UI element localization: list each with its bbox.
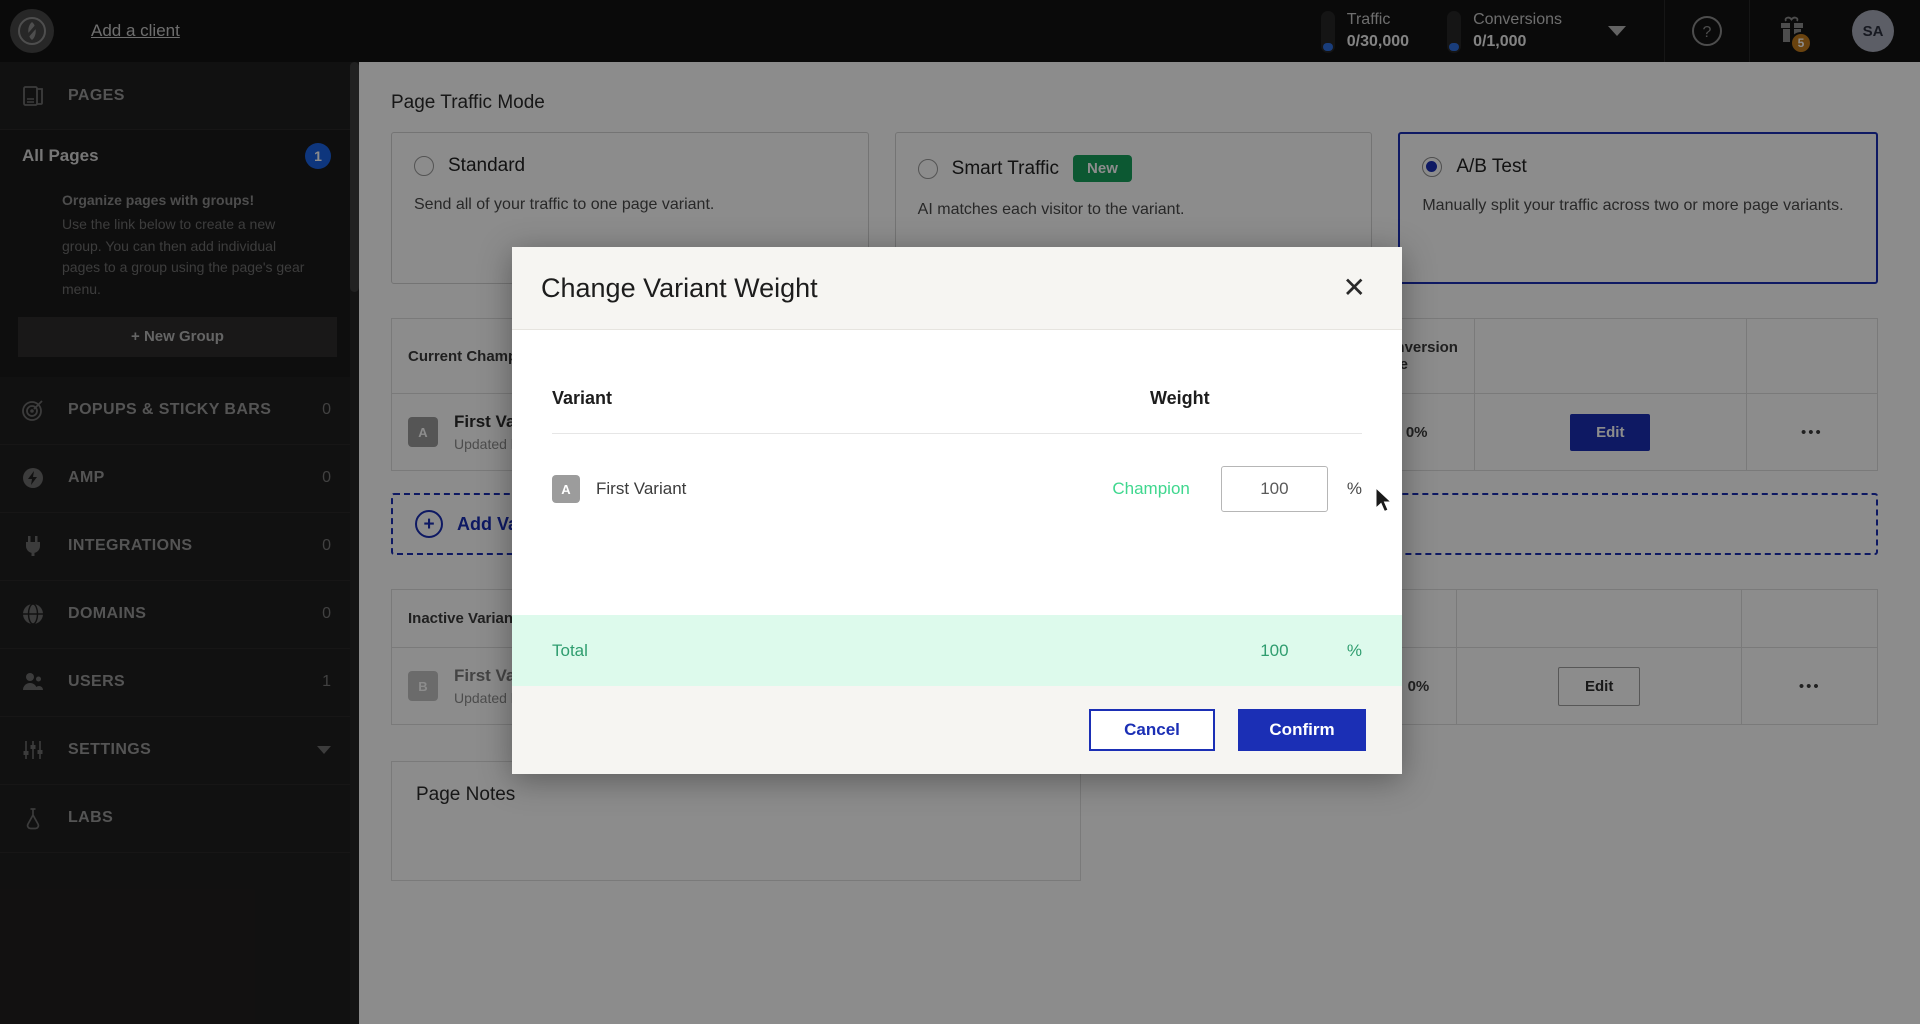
modal-table-header: Variant Weight bbox=[552, 388, 1362, 434]
weight-input[interactable] bbox=[1220, 466, 1328, 512]
modal-total-row: Total 100 % bbox=[512, 615, 1402, 686]
champion-status-label: Champion bbox=[1112, 479, 1190, 498]
modal-body: Variant Weight A First Variant Champion … bbox=[512, 330, 1402, 615]
close-icon[interactable]: ✕ bbox=[1343, 274, 1366, 302]
app-root: Traffic 0/30,000 Conversions 0/1,000 ? 5… bbox=[0, 0, 1920, 1024]
confirm-button[interactable]: Confirm bbox=[1238, 709, 1366, 751]
percent-sign: % bbox=[1346, 479, 1362, 498]
modal-header: Change Variant Weight ✕ bbox=[512, 247, 1402, 330]
total-value: 100 bbox=[1260, 640, 1289, 660]
modal-title: Change Variant Weight bbox=[541, 272, 818, 303]
modal-variant-cell: A First Variant bbox=[552, 475, 1112, 503]
total-label: Total bbox=[552, 640, 588, 660]
cancel-button[interactable]: Cancel bbox=[1089, 709, 1215, 751]
total-percent-sign: % bbox=[1346, 640, 1362, 660]
variant-name: First Variant bbox=[596, 479, 687, 498]
variant-chip: A bbox=[552, 475, 580, 503]
mouse-cursor bbox=[1375, 487, 1393, 513]
modal-footer: Cancel Confirm bbox=[512, 686, 1402, 774]
change-variant-weight-modal: Change Variant Weight ✕ Variant Weight A… bbox=[512, 247, 1402, 774]
col-variant: Variant bbox=[552, 388, 613, 408]
modal-variant-row: A First Variant Champion % bbox=[552, 434, 1362, 512]
col-weight: Weight bbox=[1150, 388, 1210, 408]
